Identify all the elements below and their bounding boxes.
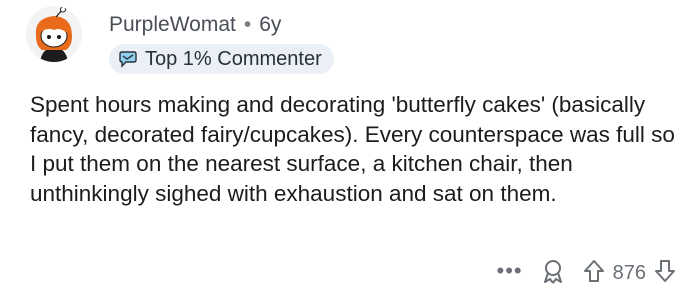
comment-actions: ••• 876 (497, 258, 676, 289)
username-link[interactable]: PurpleWomat (109, 13, 236, 36)
avatar[interactable] (26, 6, 82, 62)
vote-controls: 876 (583, 259, 676, 288)
badge-label: Top 1% Commenter (145, 47, 322, 70)
top-commenter-badge[interactable]: Top 1% Commenter (109, 44, 334, 74)
downvote-arrow-icon[interactable] (654, 259, 676, 288)
comment-body: Spent hours making and decorating 'butte… (30, 92, 675, 206)
vote-score: 876 (612, 262, 646, 284)
meta-separator: • (243, 13, 252, 36)
top-commenter-icon (117, 50, 139, 68)
comment-meta: PurpleWomat • 6y (109, 13, 281, 37)
more-options-button[interactable]: ••• (497, 259, 523, 282)
snoo-avatar-icon (26, 6, 82, 62)
upvote-arrow-icon[interactable] (583, 259, 605, 288)
award-icon[interactable] (541, 258, 565, 289)
comment-age: 6y (259, 13, 282, 36)
